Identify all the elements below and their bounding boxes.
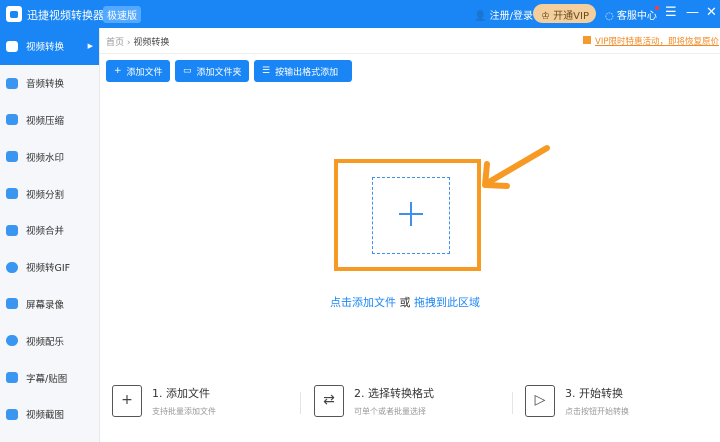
sidebar-item-label: 屏幕录像 bbox=[26, 299, 65, 311]
sidebar-item-audio-convert[interactable]: 音频转换 bbox=[0, 65, 99, 102]
click-add-link[interactable]: 点击添加文件 bbox=[330, 296, 396, 309]
edition-badge: 极速版 bbox=[103, 6, 141, 23]
sidebar-item-video-watermark[interactable]: 视频水印 bbox=[0, 138, 99, 175]
sidebar-item-label: 视频水印 bbox=[26, 152, 65, 164]
clapper-play-icon: ▷ bbox=[525, 385, 555, 417]
sidebar-item-label: 字幕/贴图 bbox=[26, 373, 68, 385]
app-logo-icon bbox=[6, 6, 22, 22]
breadcrumb-separator: › bbox=[126, 38, 131, 48]
add-folder-label: 添加文件夹 bbox=[196, 67, 242, 78]
step-title: 2. 选择转换格式 bbox=[354, 387, 434, 400]
breadcrumb-home[interactable]: 首页 bbox=[106, 38, 124, 48]
breadcrumb-current: 视频转换 bbox=[133, 38, 170, 48]
promo-link[interactable]: VIP限时特惠活动，即将恢复原价 bbox=[595, 35, 719, 47]
step-divider bbox=[300, 392, 301, 414]
split-icon bbox=[6, 188, 18, 200]
subtitle-icon bbox=[6, 372, 18, 384]
drop-hint: 点击添加文件 或 拖拽到此区域 bbox=[330, 294, 480, 310]
login-button[interactable]: 👤 注册/登录 bbox=[474, 7, 533, 22]
add-folder-button[interactable]: ▭ 添加文件夹 bbox=[175, 60, 249, 82]
sidebar-item-label: 视频分割 bbox=[26, 189, 65, 201]
chat-icon: ◌ bbox=[605, 11, 614, 22]
step-add-file: +1. 添加文件支持批量添加文件 bbox=[112, 385, 216, 417]
list-icon: ☰ bbox=[262, 66, 271, 76]
sidebar: 视频转换 ▶ 音频转换 视频压缩 视频水印 视频分割 视频合并 视频转GIF 屏幕… bbox=[0, 28, 100, 442]
sidebar-item-label: 视频转换 bbox=[26, 42, 65, 54]
arrow-icon bbox=[482, 145, 550, 189]
music-icon bbox=[6, 335, 18, 347]
service-label: 客服中心 bbox=[616, 11, 657, 22]
sidebar-item-subtitle-sticker[interactable]: 字幕/贴图 bbox=[0, 359, 99, 396]
step-desc: 点击按钮开始转换 bbox=[565, 407, 629, 416]
plus-icon: + bbox=[114, 66, 122, 76]
step-title: 1. 添加文件 bbox=[152, 387, 210, 400]
camera-icon bbox=[6, 298, 18, 310]
step-desc: 可单个或者批量选择 bbox=[354, 407, 426, 416]
vip-button[interactable]: ♔ 开通VIP bbox=[533, 4, 596, 23]
sidebar-item-label: 视频合并 bbox=[26, 226, 65, 238]
title-bar: 迅捷视频转换器 极速版 👤 注册/登录 ♔ 开通VIP ◌ 客服中心 ☰ — ✕ bbox=[0, 0, 720, 28]
step-divider bbox=[512, 392, 513, 414]
gif-icon bbox=[6, 261, 18, 273]
step-title: 3. 开始转换 bbox=[565, 387, 623, 400]
plus-icon bbox=[399, 202, 423, 226]
watermark-icon bbox=[6, 151, 18, 163]
add-file-button[interactable]: + 添加文件 bbox=[106, 60, 170, 82]
chevron-right-icon: ▶ bbox=[87, 42, 93, 51]
gift-icon bbox=[583, 36, 591, 44]
step-select-format: ⇄ 2. 选择转换格式可单个或者批量选择 bbox=[314, 385, 434, 417]
drop-zone[interactable] bbox=[372, 177, 450, 254]
drag-text: 拖拽到此区域 bbox=[414, 296, 480, 309]
app-title: 迅捷视频转换器 bbox=[27, 9, 104, 22]
minimize-button[interactable]: — bbox=[686, 5, 699, 20]
menu-button[interactable]: ☰ bbox=[665, 5, 677, 20]
sidebar-item-video-merge[interactable]: 视频合并 bbox=[0, 212, 99, 249]
notification-dot bbox=[655, 6, 659, 10]
sidebar-item-label: 视频压缩 bbox=[26, 115, 65, 127]
vip-label: 开通VIP bbox=[553, 11, 589, 22]
audio-convert-icon bbox=[6, 77, 18, 89]
service-button[interactable]: ◌ 客服中心 bbox=[605, 7, 657, 22]
step-desc: 支持批量添加文件 bbox=[152, 407, 216, 416]
sidebar-item-video-split[interactable]: 视频分割 bbox=[0, 175, 99, 212]
sidebar-item-video-screenshot[interactable]: 视频截图 bbox=[0, 396, 99, 433]
step-start-convert: ▷ 3. 开始转换点击按钮开始转换 bbox=[525, 385, 629, 417]
screenshot-icon bbox=[6, 408, 18, 420]
breadcrumb: 首页 › 视频转换 bbox=[106, 35, 169, 48]
sidebar-item-video-compress[interactable]: 视频压缩 bbox=[0, 102, 99, 139]
compress-icon bbox=[6, 114, 18, 126]
sidebar-item-label: 视频转GIF bbox=[26, 263, 71, 275]
sidebar-item-video-convert[interactable]: 视频转换 ▶ bbox=[0, 28, 99, 65]
merge-icon bbox=[6, 224, 18, 236]
login-label: 注册/登录 bbox=[489, 11, 534, 22]
sidebar-item-label: 视频截图 bbox=[26, 410, 65, 422]
swap-icon: ⇄ bbox=[314, 385, 344, 417]
video-convert-icon bbox=[6, 40, 18, 52]
add-by-format-label: 按输出格式添加 bbox=[275, 67, 339, 78]
or-text: 或 bbox=[399, 296, 411, 309]
sidebar-item-video-music[interactable]: 视频配乐 bbox=[0, 322, 99, 359]
add-file-icon: + bbox=[112, 385, 142, 417]
add-file-label: 添加文件 bbox=[126, 67, 163, 78]
crown-icon: ♔ bbox=[541, 11, 550, 22]
divider bbox=[100, 53, 720, 54]
folder-icon: ▭ bbox=[183, 66, 192, 76]
sidebar-item-screen-record[interactable]: 屏幕录像 bbox=[0, 286, 99, 323]
sidebar-item-label: 视频配乐 bbox=[26, 336, 65, 348]
sidebar-item-label: 音频转换 bbox=[26, 79, 65, 91]
add-by-format-button[interactable]: ☰ 按输出格式添加 bbox=[254, 60, 352, 82]
close-button[interactable]: ✕ bbox=[706, 5, 717, 20]
sidebar-item-video-to-gif[interactable]: 视频转GIF bbox=[0, 249, 99, 286]
